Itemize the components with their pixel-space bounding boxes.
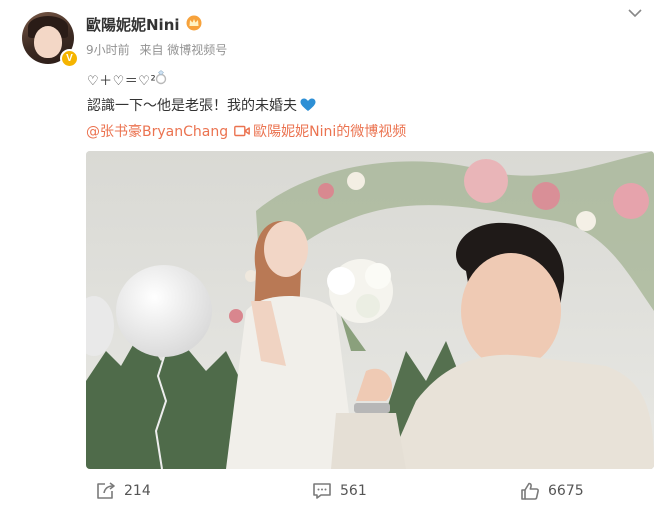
ring-icon bbox=[155, 70, 167, 85]
repost-icon bbox=[97, 482, 115, 499]
chevron-down-icon[interactable] bbox=[626, 6, 644, 20]
post-text-line2: 認識一下～他是老張！我的未婚夫 bbox=[87, 95, 316, 115]
action-bar: 214 561 6675 bbox=[0, 470, 654, 520]
post-time[interactable]: 9小时前 bbox=[86, 43, 130, 57]
post-meta: 9小时前 来自 微博视频号 bbox=[86, 41, 233, 58]
video-icon bbox=[234, 125, 250, 137]
blue-heart-icon bbox=[300, 98, 316, 111]
post-text: 認識一下～他是老張！我的未婚夫 bbox=[87, 98, 297, 114]
post-text-line1: ♡＋♡＝♡² bbox=[87, 74, 157, 89]
verified-badge-icon: V bbox=[60, 49, 79, 68]
mention-link[interactable]: @张书豪BryanChang bbox=[86, 124, 228, 140]
repost-button[interactable]: 214 bbox=[96, 482, 151, 500]
repost-count: 214 bbox=[124, 483, 151, 499]
post-links: @张书豪BryanChang 歐陽妮妮Nini的微博视频 bbox=[86, 121, 406, 141]
video-link[interactable]: 歐陽妮妮Nini的微博视频 bbox=[253, 124, 406, 140]
crown-icon bbox=[186, 15, 202, 31]
comment-icon bbox=[313, 483, 331, 499]
like-icon bbox=[521, 482, 539, 500]
author-name[interactable]: 歐陽妮妮Nini bbox=[86, 14, 180, 35]
post-source: 来自 微博视频号 bbox=[139, 43, 228, 57]
video-frame-illustration bbox=[86, 151, 654, 469]
comment-count: 561 bbox=[340, 483, 367, 499]
post-video-thumbnail[interactable] bbox=[86, 151, 654, 469]
like-count: 6675 bbox=[548, 483, 584, 499]
like-button[interactable]: 6675 bbox=[520, 482, 584, 500]
weibo-post-card: V 歐陽妮妮Nini 9小时前 来自 微博视频号 ♡＋♡＝♡² 認識一下～他是老… bbox=[0, 0, 654, 520]
comment-button[interactable]: 561 bbox=[312, 482, 367, 500]
